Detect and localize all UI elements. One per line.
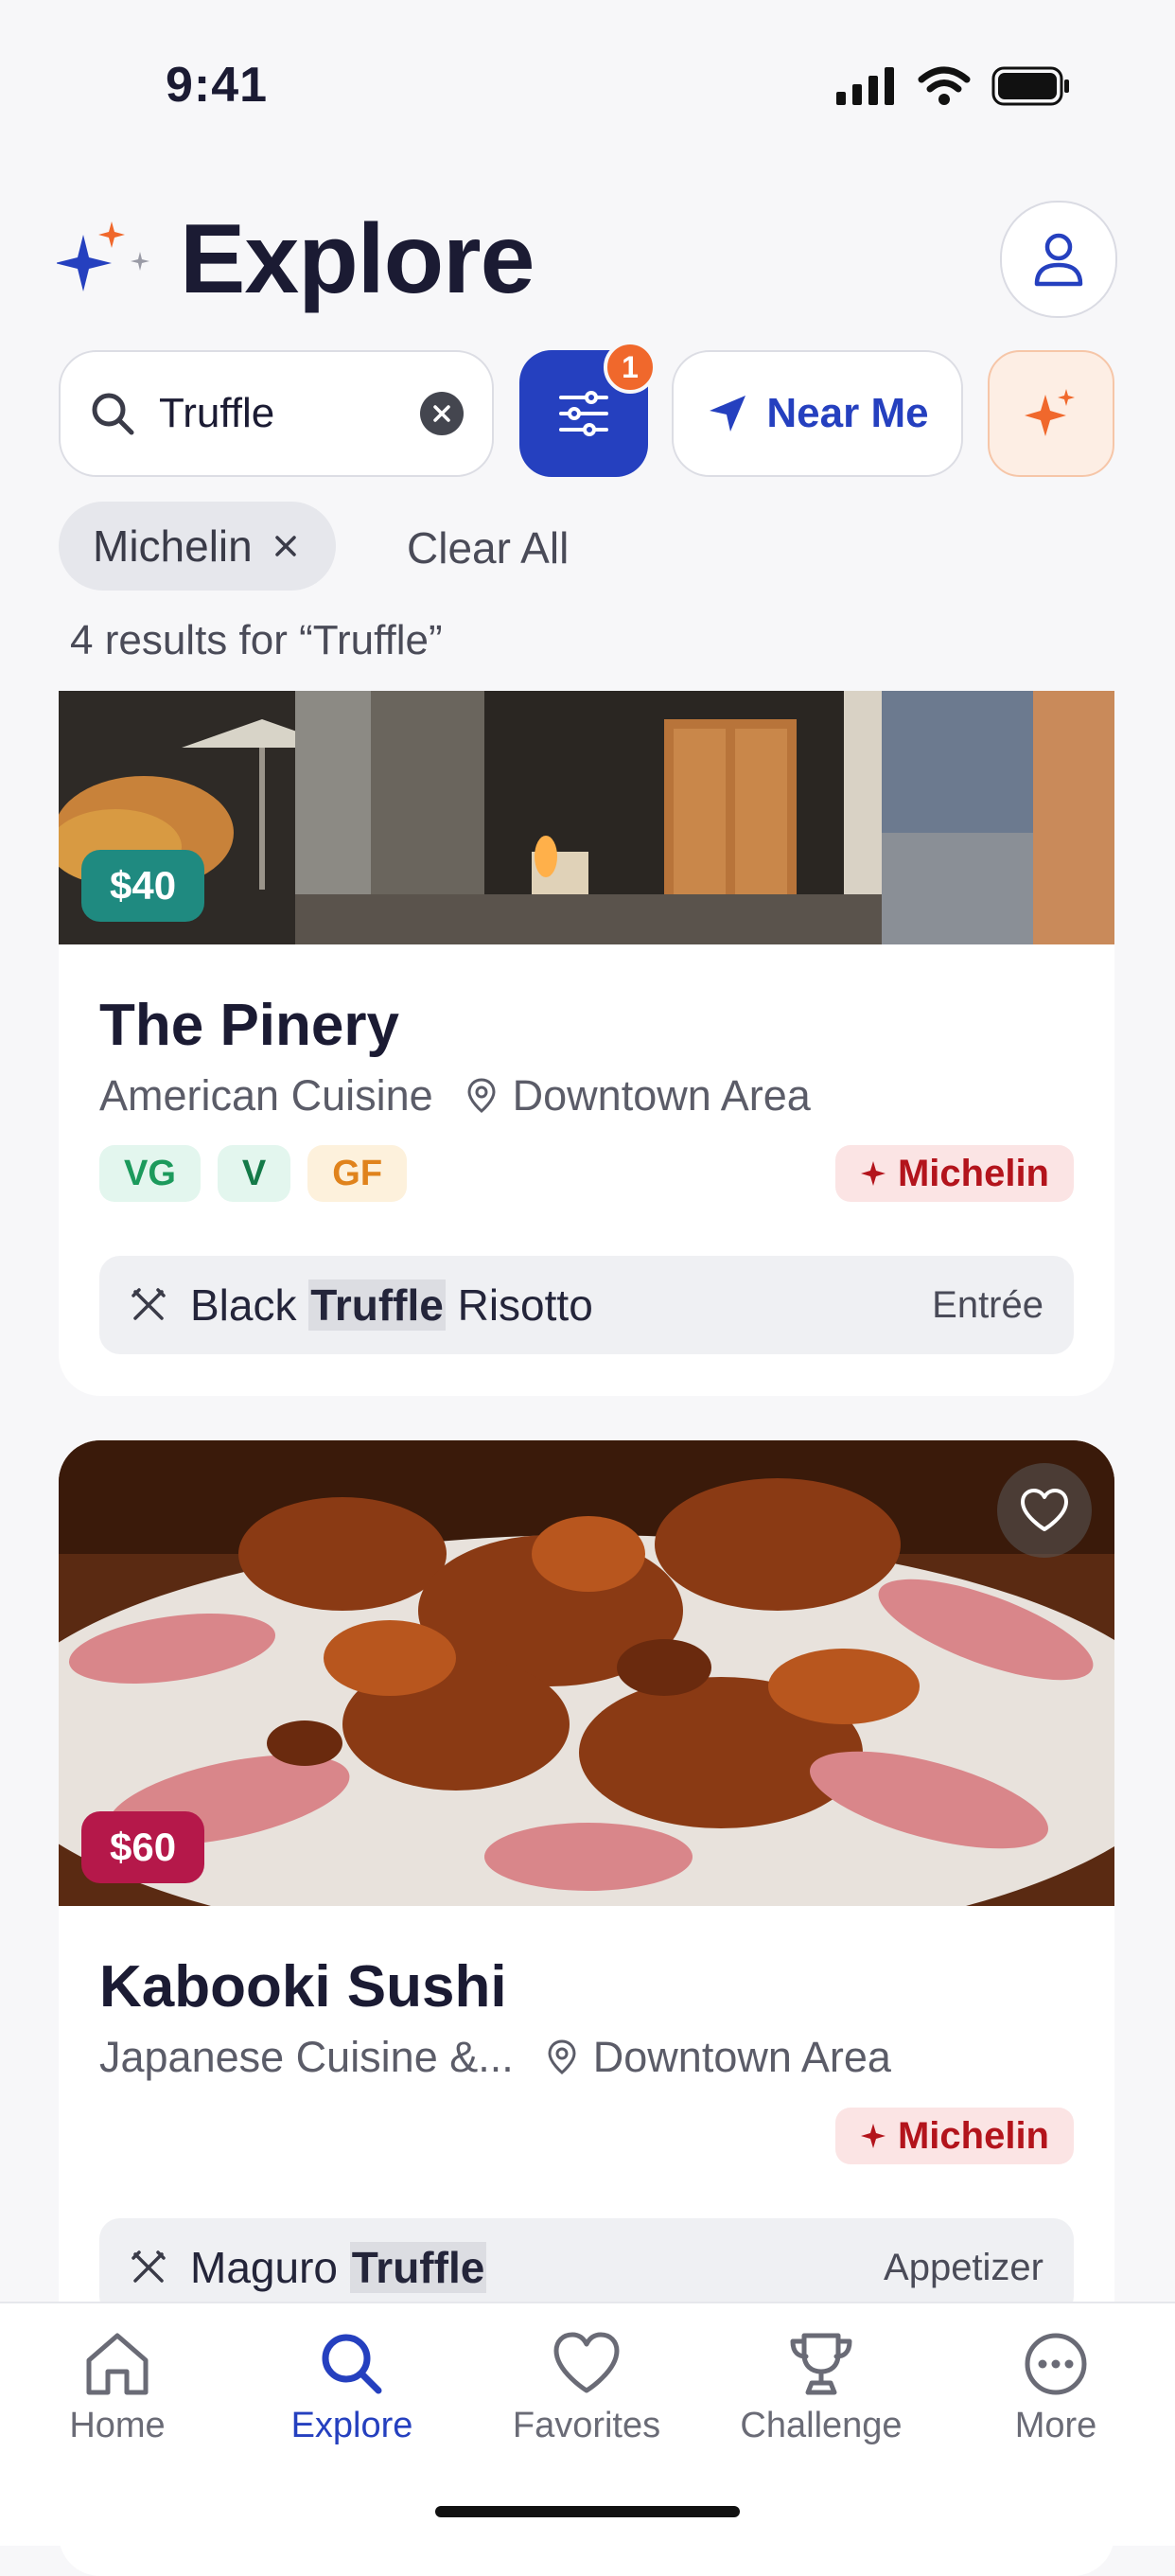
trophy-icon <box>790 2333 852 2395</box>
price-badge: $60 <box>81 1811 205 1883</box>
restaurant-photo <box>59 691 1114 944</box>
page-title: Explore <box>180 204 535 314</box>
filter-count-badge: 1 <box>604 341 657 394</box>
tab-explore[interactable]: Explore <box>235 2330 469 2446</box>
status-icons <box>836 66 1071 106</box>
location-arrow-icon <box>710 396 746 432</box>
home-icon <box>86 2333 149 2395</box>
location-label: Downtown Area <box>512 1071 811 1120</box>
restaurant-name: Kabooki Sushi <box>99 1954 507 2020</box>
tab-more[interactable]: More <box>938 2330 1173 2446</box>
location-label: Downtown Area <box>592 2033 891 2081</box>
signal-icon <box>836 67 894 105</box>
tab-label: More <box>1014 2406 1097 2445</box>
michelin-label: Michelin <box>897 2114 1049 2157</box>
restaurant-meta: American Cuisine Downtown Area <box>99 1071 811 1120</box>
search-icon <box>92 393 134 435</box>
dish-course: Entrée <box>932 1283 1043 1326</box>
close-icon[interactable] <box>273 534 298 558</box>
diet-tags: VG V GF <box>99 1145 408 1202</box>
user-icon <box>1034 233 1083 287</box>
michelin-star-icon <box>860 2124 886 2148</box>
utensils-icon <box>132 2250 166 2283</box>
tab-home[interactable]: Home <box>0 2330 235 2446</box>
tab-favorites[interactable]: Favorites <box>469 2330 704 2446</box>
status-time: 9:41 <box>166 58 269 113</box>
diet-tag-v: V <box>217 1145 291 1202</box>
more-icon <box>1025 2333 1087 2395</box>
restaurant-name: The Pinery <box>99 993 399 1058</box>
tab-label: Home <box>69 2406 166 2445</box>
restaurant-photo <box>59 1440 1114 1906</box>
price-badge: $40 <box>81 850 205 922</box>
michelin-badge: Michelin <box>834 1145 1074 1202</box>
clear-search-button[interactable] <box>420 392 464 435</box>
michelin-star-icon <box>860 1161 886 1186</box>
sliders-icon <box>559 391 608 436</box>
ai-sparkle-button[interactable] <box>988 350 1114 477</box>
utensils-icon <box>132 1288 166 1320</box>
search-icon <box>322 2334 382 2394</box>
michelin-label: Michelin <box>897 1152 1049 1194</box>
battery-icon <box>991 66 1069 106</box>
diet-tag-gf: GF <box>307 1145 408 1202</box>
cuisine-label: Japanese Cuisine &... <box>99 2033 514 2081</box>
dish-name-suffix: Risotto <box>445 1280 593 1330</box>
michelin-badge: Michelin <box>834 2108 1074 2164</box>
near-me-label: Near Me <box>766 390 929 436</box>
search-input[interactable] <box>157 389 388 438</box>
wifi-icon <box>918 66 971 105</box>
tab-label: Explore <box>290 2406 413 2445</box>
home-indicator <box>435 2506 740 2517</box>
tab-label: Favorites <box>512 2406 661 2445</box>
location-pin-icon <box>548 2039 576 2074</box>
sparkle-logo-icon <box>57 221 149 291</box>
dish-name-prefix: Maguro <box>190 2243 350 2292</box>
chip-label: Michelin <box>93 521 253 571</box>
favorite-button[interactable] <box>997 1463 1092 1558</box>
matched-dish[interactable]: Black Truffle Risotto Entrée <box>99 1256 1074 1354</box>
heart-icon <box>553 2332 620 2393</box>
dish-course: Appetizer <box>884 2246 1043 2288</box>
dish-name-prefix: Black <box>190 1280 309 1330</box>
close-icon <box>433 405 450 422</box>
near-me-button[interactable]: Near Me <box>672 350 963 477</box>
cuisine-label: American Cuisine <box>99 1071 433 1120</box>
heart-icon <box>1021 1489 1068 1531</box>
filter-chip-michelin[interactable]: Michelin <box>59 502 336 591</box>
restaurant-card[interactable]: $40 The Pinery American Cuisine Downtown… <box>59 691 1114 1396</box>
dish-highlight: Truffle <box>308 1279 446 1331</box>
location-pin-icon <box>467 1078 496 1113</box>
diet-tag-vg: VG <box>99 1145 201 1202</box>
profile-button[interactable] <box>1000 201 1117 318</box>
dish-highlight: Truffle <box>349 2242 487 2293</box>
restaurant-meta: Japanese Cuisine &... Downtown Area <box>99 2033 891 2082</box>
tab-label: Challenge <box>740 2406 903 2445</box>
tab-challenge[interactable]: Challenge <box>704 2330 938 2446</box>
sparkle-icon <box>1025 389 1075 436</box>
search-bar[interactable] <box>59 350 494 477</box>
clear-all-button[interactable]: Clear All <box>407 522 569 573</box>
results-count: 4 results for “Truffle” <box>70 617 443 663</box>
